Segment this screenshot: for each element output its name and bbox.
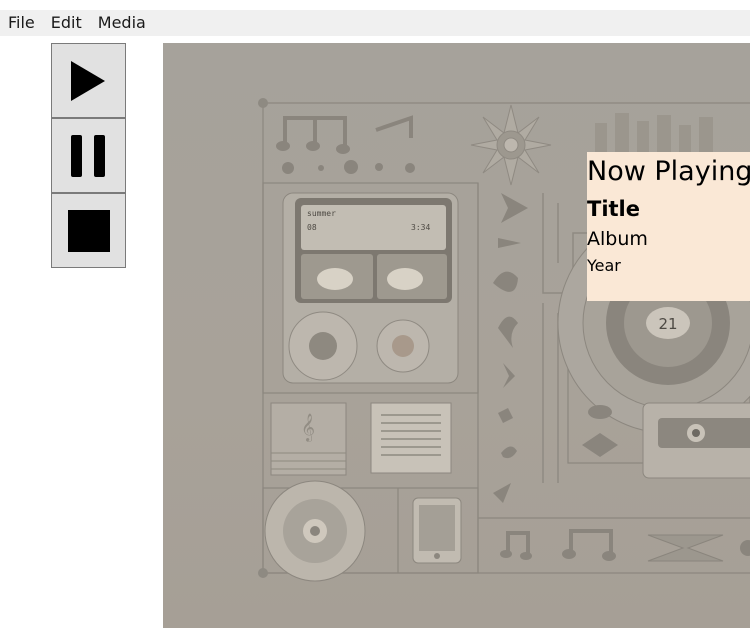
album-artwork: summer 08 3:34 21 𝄞 Now Playing Title Al… — [163, 43, 750, 628]
svg-text:08: 08 — [307, 223, 317, 232]
stop-button[interactable] — [51, 193, 126, 268]
svg-text:21: 21 — [658, 315, 677, 333]
stop-icon — [67, 209, 110, 252]
menu-edit[interactable]: Edit — [43, 10, 90, 36]
pause-icon — [70, 134, 105, 177]
track-album: Album — [587, 228, 648, 250]
svg-text:summer: summer — [307, 209, 336, 218]
artwork-illustration: summer 08 3:34 21 𝄞 — [163, 43, 750, 628]
pause-button[interactable] — [51, 118, 126, 193]
menu-media[interactable]: Media — [90, 10, 154, 36]
track-title: Title — [587, 197, 641, 221]
media-player-window: File Edit Media summer 08 3:34 21 𝄞 Now … — [0, 0, 750, 628]
svg-text:𝄞: 𝄞 — [301, 413, 315, 442]
title-strip — [0, 0, 750, 10]
mp3-device: summer 08 3:34 — [282, 192, 459, 384]
track-year: Year — [587, 256, 621, 275]
now-playing-panel: Now Playing Title Album Year — [587, 152, 750, 301]
menu-bar: File Edit Media — [0, 10, 750, 36]
menu-file[interactable]: File — [0, 10, 43, 36]
svg-text:3:34: 3:34 — [411, 223, 430, 232]
cassette-tape — [642, 402, 750, 479]
now-playing-heading: Now Playing — [587, 156, 750, 187]
play-button[interactable] — [51, 43, 126, 118]
playback-controls — [51, 43, 126, 268]
play-icon — [70, 60, 105, 101]
